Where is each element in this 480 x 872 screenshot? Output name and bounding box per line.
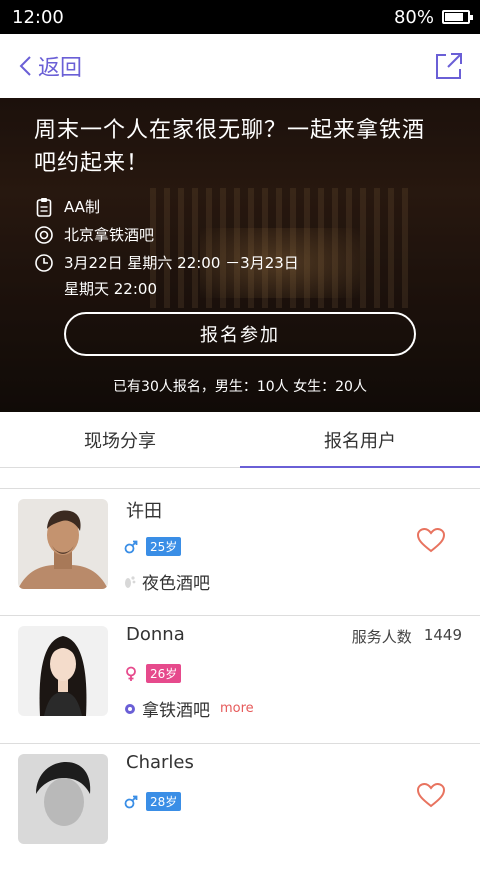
service-count: 1449	[423, 626, 462, 644]
dot-icon	[125, 703, 135, 714]
share-icon[interactable]	[434, 51, 464, 81]
heart-icon[interactable]	[416, 782, 446, 808]
age-badge: 26岁	[146, 664, 182, 683]
service-count-group: 服务人数 1449	[352, 626, 462, 647]
user-name: 许田	[126, 501, 162, 522]
service-label: 服务人数	[351, 628, 412, 646]
clipboard-icon	[34, 197, 54, 217]
battery-icon	[442, 10, 473, 24]
registered-user-list: 许田 25岁 夜色酒吧 Donna 服务人数 1449 26岁 拿铁酒吧 mor…	[0, 488, 480, 872]
back-label: 返回	[38, 56, 83, 81]
user-name: Charles	[126, 752, 194, 773]
event-hero: 周末一个人在家很无聊？一起来拿铁酒吧约起来！ AA制 北京拿铁酒吧 3月22日 …	[0, 98, 480, 412]
tab-live-share[interactable]: 现场分享	[0, 412, 240, 467]
status-bar: 12:00 80%	[0, 0, 480, 34]
active-tab-indicator	[240, 466, 480, 468]
event-title: 周末一个人在家很无聊？一起来拿铁酒吧约起来！	[34, 118, 426, 176]
event-time-line1: 3月22日 星期六 22:00 －3月23日	[64, 254, 299, 272]
signup-button[interactable]: 报名参加	[64, 312, 416, 356]
more-link[interactable]: more	[220, 701, 254, 716]
avatar	[18, 499, 108, 589]
age-badge: 28岁	[146, 792, 182, 811]
chevron-left-icon	[19, 56, 31, 76]
back-button[interactable]: 返回	[18, 50, 82, 82]
footprint-icon	[125, 575, 136, 588]
user-name: Donna	[126, 624, 185, 645]
signup-summary: 已有30人报名，男生：10人 女生：20人	[113, 379, 367, 395]
tab-bar: 现场分享 报名用户	[0, 412, 480, 468]
clock-icon	[34, 253, 54, 273]
event-time-line2: 星期天 22:00	[64, 280, 157, 298]
heart-icon[interactable]	[416, 527, 446, 553]
list-item[interactable]: 许田 25岁 夜色酒吧	[0, 488, 480, 616]
battery-percent: 80%	[393, 6, 434, 28]
avatar	[18, 754, 108, 844]
event-time: 3月22日 星期六 22:00 －3月23日 星期天 22:00	[64, 250, 299, 302]
venue-name: 拿铁酒吧	[142, 701, 210, 721]
tab-registered-users[interactable]: 报名用户	[240, 412, 480, 467]
list-item[interactable]: Charles 28岁	[0, 744, 480, 872]
list-item[interactable]: Donna 服务人数 1449 26岁 拿铁酒吧 more	[0, 616, 480, 744]
status-time: 12:00	[12, 6, 64, 28]
venue-name: 夜色酒吧	[142, 574, 210, 594]
male-icon	[124, 540, 138, 553]
male-icon	[124, 795, 138, 808]
event-location: 北京拿铁酒吧	[64, 226, 155, 244]
battery-indicator: 80%	[393, 6, 473, 28]
avatar	[18, 626, 108, 716]
navbar: 返回	[0, 34, 480, 98]
location-target-icon	[34, 225, 54, 245]
age-badge: 25岁	[146, 537, 182, 556]
female-icon	[126, 666, 136, 681]
event-payment: AA制	[64, 198, 100, 216]
